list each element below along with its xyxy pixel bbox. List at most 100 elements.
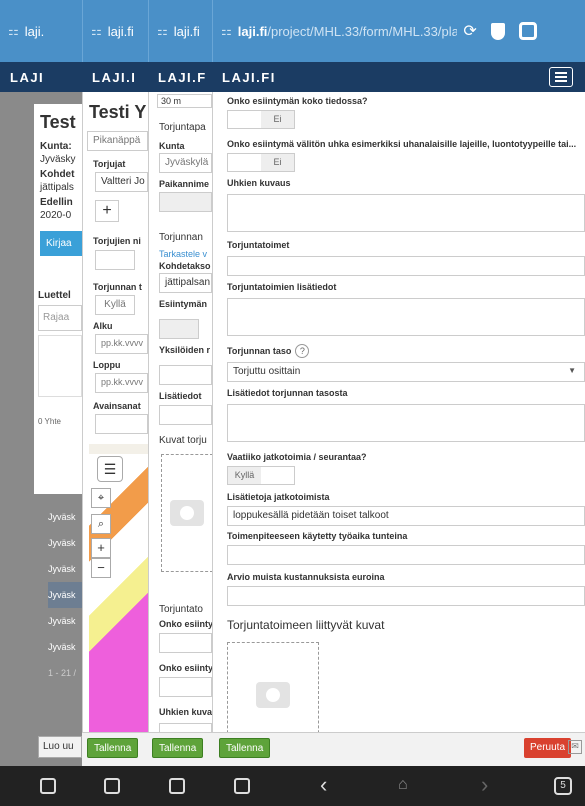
url-path[interactable]: /project/MHL.33/form/MHL.33/places/!: [267, 24, 457, 39]
browser-address-bar[interactable]: ⚏ laji.fi/project/MHL.33/form/MHL.33/pla…: [212, 0, 585, 62]
view-link[interactable]: Tarkastele v: [159, 249, 212, 259]
yksiloiden-label: Yksilöiden r: [159, 345, 211, 355]
alku-date-input[interactable]: pp.kk.vvvv: [95, 334, 148, 354]
taso-label: Torjunnan taso: [227, 346, 292, 356]
torjujat-input[interactable]: Valtteri Jo: [95, 172, 148, 192]
jatkotoimet-label: Lisätietoja jatkotoimista: [227, 492, 330, 502]
esiintyman-label: Esiintymän: [159, 299, 208, 309]
card-title: Test: [40, 112, 76, 132]
kunta-input[interactable]: Jyväskylä: [159, 153, 212, 173]
main-form: Onko esiintymän koko tiedossa? Ei Onko e…: [212, 92, 585, 766]
torjujat-label: Torjujat: [93, 159, 126, 169]
toggle-yes[interactable]: [228, 154, 261, 171]
accuracy-select[interactable]: 30 m: [157, 94, 212, 108]
kirjaa-button[interactable]: Kirjaa: [40, 231, 82, 256]
home-icon[interactable]: ⌂: [398, 776, 408, 794]
kustannus-input[interactable]: [227, 586, 585, 606]
layers-icon[interactable]: ☰: [97, 456, 123, 482]
site-logo[interactable]: LAJI.F: [158, 70, 207, 85]
toggle-yes[interactable]: Kyllä: [228, 467, 261, 484]
tab-count-icon[interactable]: 5: [554, 777, 572, 795]
esiintyman-input[interactable]: [159, 319, 199, 339]
paikannimi-input[interactable]: [159, 192, 212, 212]
jatkotoimet-input[interactable]: loppukesällä pidetään toiset talkoot: [227, 506, 585, 526]
taso-lisatiedot-textarea[interactable]: [227, 404, 585, 442]
onko-label: Onko esiinty: [159, 619, 212, 629]
create-new-button[interactable]: Luo uu: [38, 736, 82, 758]
lisatiedot-textarea[interactable]: [227, 298, 585, 336]
keywords-input[interactable]: [95, 414, 148, 434]
search-icon[interactable]: ⌕: [91, 514, 111, 534]
koko-toggle[interactable]: Ei: [227, 110, 295, 129]
locate-icon[interactable]: ⌖: [91, 488, 111, 508]
kohdetaksoni-input[interactable]: jättipalsan: [159, 273, 212, 293]
toggle-no[interactable]: [261, 467, 294, 484]
page-layer-3: 30 m Torjuntapa Kunta Jyväskylä Paikanni…: [148, 92, 212, 766]
lisatiedot-input[interactable]: [159, 405, 212, 425]
site-logo[interactable]: LAJI.FI: [222, 70, 276, 85]
forward-icon[interactable]: ›: [481, 772, 488, 798]
loppu-date-input[interactable]: pp.kk.vvvv: [95, 373, 148, 393]
list-item[interactable]: Jyväsk: [48, 504, 82, 530]
list-item[interactable]: Jyväsk: [48, 530, 82, 556]
list-item-selected[interactable]: Jyväsk: [48, 582, 82, 608]
zoom-out-icon[interactable]: −: [91, 558, 111, 578]
total-count: 0 Yhte: [38, 417, 61, 426]
url-host[interactable]: laji.fi: [238, 24, 268, 39]
loppu-label: Loppu: [93, 360, 121, 370]
tab-url[interactable]: laji.fi: [174, 24, 200, 39]
onko-label: Onko esiinty: [159, 663, 212, 673]
names-input[interactable]: [95, 250, 135, 270]
jatkotoimia-toggle[interactable]: Kyllä: [227, 466, 295, 485]
toggle-yes[interactable]: [228, 111, 261, 128]
window-icon[interactable]: [104, 778, 120, 794]
onko-toggle[interactable]: [159, 633, 212, 653]
save-button[interactable]: Tallenna: [152, 738, 204, 758]
yksiloiden-input[interactable]: [159, 365, 212, 385]
window-icon[interactable]: [234, 778, 250, 794]
list-item[interactable]: Jyväsk: [48, 634, 82, 660]
caret-down-icon: ▼: [568, 366, 576, 375]
uhka-question: Onko esiintymä välitön uhka esimerkiksi …: [227, 139, 577, 149]
save-button[interactable]: Tallenna: [219, 738, 271, 758]
cancel-button[interactable]: Peruuta: [524, 738, 572, 758]
uhkien-kuvaus-textarea[interactable]: [227, 194, 585, 232]
tab-url[interactable]: laji.: [25, 24, 45, 39]
window-icon[interactable]: [169, 778, 185, 794]
list-item[interactable]: Jyväsk: [48, 608, 82, 634]
tyoaika-input[interactable]: [227, 545, 585, 565]
tab-icon: ⚏: [91, 24, 102, 38]
zoom-in-icon[interactable]: +: [91, 538, 111, 558]
filter-input[interactable]: Rajaa: [38, 305, 82, 331]
onko-toggle[interactable]: [159, 677, 212, 697]
map-view[interactable]: ☰ ⌖ ⌕ + −: [89, 444, 148, 766]
taso-select[interactable]: Torjuttu osittain ▼: [227, 362, 585, 382]
save-button[interactable]: Tallenna: [87, 738, 139, 758]
torjuntatoimet-input[interactable]: [227, 256, 585, 276]
list-item[interactable]: Jyväsk: [48, 556, 82, 582]
modal-card: Test Kunta: Jyväsky Kohdet jättipals Ede…: [34, 104, 82, 494]
reload-icon[interactable]: ⟳: [463, 21, 476, 41]
hamburger-menu-button[interactable]: [549, 67, 573, 87]
yes-toggle[interactable]: Kyllä: [95, 295, 135, 315]
window-icon[interactable]: [40, 778, 56, 794]
photo-dropzone[interactable]: [161, 454, 212, 572]
kohde-label: Kohdet: [40, 169, 75, 180]
mail-icon[interactable]: ✉: [568, 740, 582, 754]
toggle-no[interactable]: Ei: [261, 111, 294, 128]
toggle-no[interactable]: Ei: [261, 154, 294, 171]
add-person-button[interactable]: +: [95, 200, 119, 222]
shield-icon[interactable]: [490, 22, 505, 40]
site-logo[interactable]: LAJI.I: [92, 70, 136, 85]
back-icon[interactable]: ‹: [320, 772, 327, 798]
site-logo[interactable]: LAJI: [10, 70, 44, 85]
lisatiedot-label: Lisätiedot: [159, 391, 202, 401]
shortcut-tab[interactable]: Pikanäppä: [87, 131, 148, 151]
vpn-icon[interactable]: [518, 22, 537, 40]
uhkien-kuvaus-label: Uhkien kuvaus: [227, 178, 291, 188]
kunta-label: Kunta:: [40, 141, 72, 152]
uhka-toggle[interactable]: Ei: [227, 153, 295, 172]
tab-icon: ⚏: [157, 24, 168, 38]
tab-url[interactable]: laji.fi: [108, 24, 134, 39]
help-icon[interactable]: ?: [295, 344, 310, 358]
